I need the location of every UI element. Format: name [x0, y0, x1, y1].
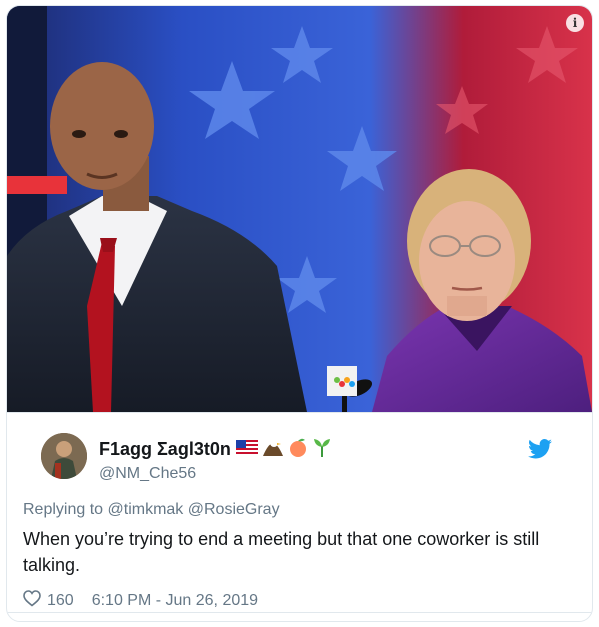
author-names[interactable]: F1agg Σagl3t0n @NM_Che56	[99, 437, 331, 483]
heart-icon[interactable]	[23, 590, 41, 612]
tweet-header: F1agg Σagl3t0n @NM_Che56	[25, 413, 574, 485]
mention-link[interactable]: @RosieGray	[188, 501, 280, 518]
mention-link[interactable]: @timkmak	[108, 501, 184, 518]
card-bottom-edge	[7, 612, 592, 621]
display-name-text: F1agg Σagl3t0n	[99, 439, 231, 459]
avatar-image	[41, 433, 87, 479]
tweet-media-photo[interactable]: i	[7, 6, 592, 412]
tweet-timestamp[interactable]: 6:10 PM - Jun 26, 2019	[92, 592, 258, 610]
us-flag-icon	[235, 439, 258, 460]
user-handle: @NM_Che56	[99, 465, 197, 482]
tweet-text: When you’re trying to end a meeting but …	[23, 529, 540, 575]
like-count[interactable]: 160	[47, 592, 74, 610]
debate-stage-image	[7, 6, 592, 412]
seedling-icon	[313, 437, 331, 462]
tweet-footer: 160 6:10 PM - Jun 26, 2019	[23, 590, 258, 612]
info-icon[interactable]: i	[566, 14, 584, 32]
tweet-card[interactable]: i F1agg Σagl3t0n @NM_Che56 Replying to @…	[6, 5, 593, 622]
peach-icon	[288, 437, 308, 462]
tweet-body: F1agg Σagl3t0n @NM_Che56 Replying to @ti…	[7, 413, 592, 609]
display-name: F1agg Σagl3t0n	[99, 437, 331, 462]
twitter-bird-icon[interactable]	[528, 439, 552, 464]
replying-to: Replying to @timkmak @RosieGray	[23, 501, 280, 519]
eagle-icon	[262, 438, 283, 461]
avatar[interactable]	[41, 433, 87, 479]
replying-prefix: Replying to	[23, 501, 104, 518]
